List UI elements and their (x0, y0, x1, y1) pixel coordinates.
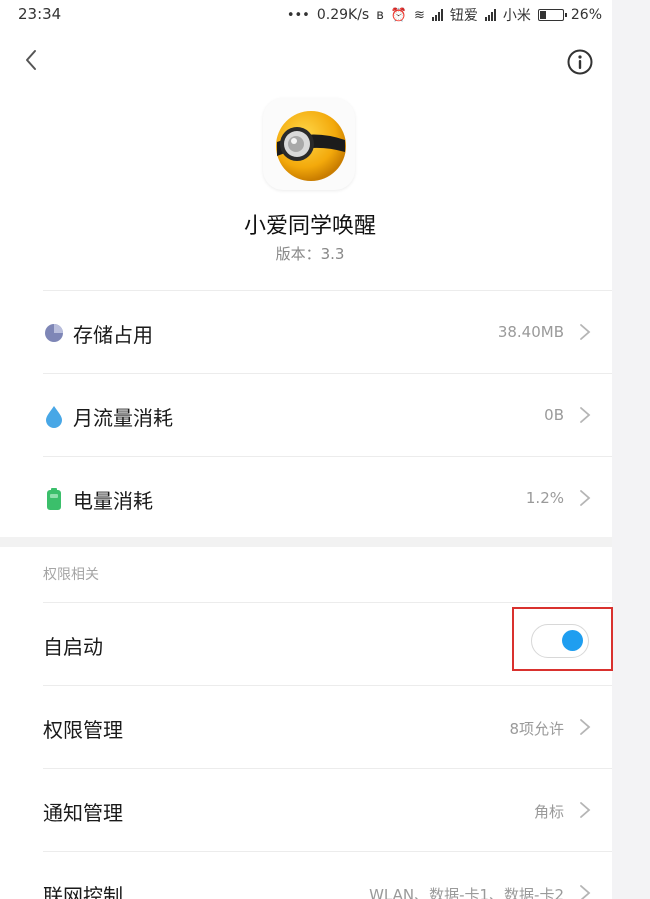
net-speed: 0.29K/s (316, 7, 370, 23)
notification-management-row[interactable]: 通知管理 角标 (43, 768, 612, 851)
network-control-value: WLAN、数据-卡1、数据-卡2 (369, 886, 564, 899)
network-control-label: 联网控制 (43, 884, 123, 899)
battery-usage-value: 1.2% (525, 489, 564, 507)
status-time: 23:34 (18, 5, 62, 23)
info-circle-icon (567, 49, 593, 75)
xiaoai-app-icon (276, 111, 346, 181)
chevron-right-icon (580, 407, 591, 423)
network-control-row[interactable]: 联网控制 WLAN、数据-卡1、数据-卡2 (43, 851, 612, 899)
pie-chart-icon (45, 324, 63, 342)
app-version: 版本：3.3 (275, 245, 345, 263)
battery-usage-label: 电量消耗 (73, 489, 153, 513)
back-button[interactable] (20, 48, 44, 72)
status-bar: 23:34 ••• 0.29K/s ʙ ⏰ ≋ 钮爱 小米 26% (0, 0, 612, 30)
app-name: 小爱同学唤醒 (243, 214, 376, 239)
status-indicators: ••• 0.29K/s ʙ ⏰ ≋ 钮爱 小米 26% (287, 5, 602, 25)
permission-management-row[interactable]: 权限管理 8项允许 (43, 685, 612, 768)
battery-icon (47, 488, 61, 510)
battery-percent: 26% (570, 7, 602, 23)
chevron-right-icon (580, 802, 591, 818)
app-info-screen: 23:34 ••• 0.29K/s ʙ ⏰ ≋ 钮爱 小米 26% 小爱同学唤醒… (0, 0, 650, 899)
storage-row[interactable]: 存储占用 38.40MB (43, 290, 612, 373)
notification-management-value: 角标 (533, 803, 564, 821)
notification-management-label: 通知管理 (43, 801, 123, 825)
section-divider (0, 537, 612, 547)
data-usage-label: 月流量消耗 (73, 406, 173, 430)
autostart-label: 自启动 (43, 635, 103, 659)
wifi-icon: ≋ (413, 7, 425, 23)
data-usage-row[interactable]: 月流量消耗 0B (43, 373, 612, 456)
bluetooth-icon: ʙ (376, 7, 384, 23)
data-usage-value: 0B (544, 406, 564, 424)
alarm-icon: ⏰ (390, 7, 407, 23)
side-margin (612, 0, 650, 899)
chevron-right-icon (580, 490, 591, 506)
water-drop-icon (46, 406, 62, 428)
permission-management-label: 权限管理 (43, 718, 123, 742)
battery-usage-row[interactable]: 电量消耗 1.2% (43, 456, 612, 539)
carrier-2: 小米 (502, 8, 531, 24)
permission-management-value: 8项允许 (509, 720, 564, 738)
carrier-1: 钮爱 (449, 8, 478, 24)
chevron-right-icon (580, 324, 591, 340)
chevron-right-icon (580, 719, 591, 735)
chevron-right-icon (580, 885, 591, 899)
storage-label: 存储占用 (73, 323, 153, 347)
more-dots-icon: ••• (286, 7, 310, 23)
info-button[interactable] (566, 48, 594, 76)
app-icon (263, 98, 355, 190)
signal-icon-2 (484, 9, 496, 21)
storage-value: 38.40MB (497, 323, 564, 341)
permissions-section-title: 权限相关 (43, 567, 99, 583)
signal-icon (431, 9, 443, 21)
battery-icon (537, 9, 567, 21)
chevron-left-icon (26, 50, 36, 70)
highlight-annotation-box (512, 607, 613, 671)
